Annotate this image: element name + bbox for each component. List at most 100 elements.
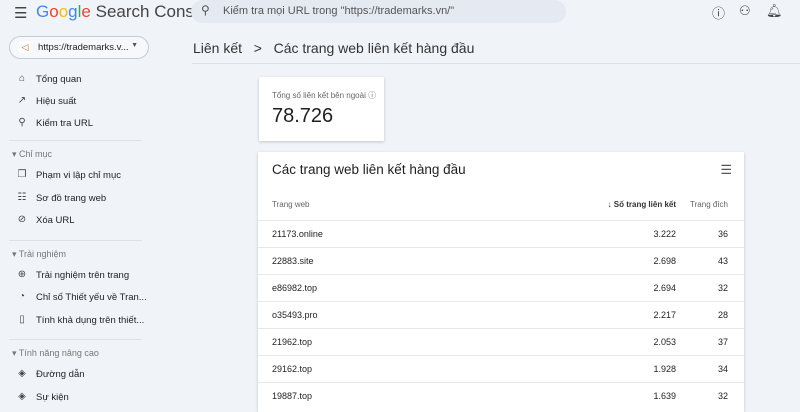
divider: [192, 63, 800, 64]
sidebar-item[interactable]: ⌂ Tổng quan: [0, 69, 180, 91]
sidebar-item[interactable]: ☷ Sơ đồ trang web: [0, 188, 180, 210]
section-title: Chỉ mục: [19, 149, 53, 159]
sidebar-item[interactable]: ◔ Chỉ số Thiết yếu về Tran...: [0, 287, 180, 309]
page-title: Các trang web liên kết hàng đầu: [273, 40, 475, 56]
table-title: Các trang web liên kết hàng đầu: [272, 162, 466, 177]
sidebar-item-label: Tính khả dụng trên thiết...: [36, 314, 145, 326]
linking-pages-cell: 2.694: [653, 283, 676, 293]
column-label: Số trang liên kết: [613, 200, 676, 209]
site-cell: 21962.top: [272, 337, 313, 347]
section-header[interactable]: ▾ Trải nghiệm: [12, 249, 66, 260]
kpi-label: Tổng số liên kết bên ngoài: [272, 91, 366, 100]
sidebar-item-label: Phạm vi lập chỉ mục: [36, 170, 122, 181]
menu-icon[interactable]: ☰: [14, 4, 27, 22]
divider: [9, 339, 142, 340]
property-selector[interactable]: ◁ https://trademarks.v... ▼: [9, 36, 149, 59]
site-cell: 22883.site: [272, 256, 314, 266]
sidebar-item-label: Trải nghiệm trên trang: [36, 269, 130, 281]
section-title: Trải nghiệm: [18, 248, 67, 259]
sidebar-item-label: Sự kiện: [36, 391, 69, 403]
table-row[interactable]: 21962.top 2.053 37: [258, 328, 744, 355]
phone-icon: ▯: [19, 313, 25, 325]
sidebar-item-label: Xóa URL: [36, 215, 75, 226]
home-icon: ⌂: [18, 73, 26, 84]
app-logo[interactable]: Google Search Console: [36, 2, 217, 22]
sidebar-item-label: Chỉ số Thiết yếu về Tran...: [36, 292, 147, 303]
sidebar-item-label: Sơ đồ trang web: [36, 192, 107, 204]
linking-pages-cell: 2.217: [653, 310, 676, 320]
top-bar: ☰ Google Search Console ⚲ Kiểm tra mọi UR…: [0, 0, 800, 24]
linking-pages-cell: 3.222: [653, 229, 676, 239]
help-icon[interactable]: ⓘ: [712, 3, 725, 22]
site-cell: o35493.pro: [272, 310, 318, 320]
column-header-target-pages[interactable]: Trang đích: [690, 200, 728, 209]
add-circle-icon: ⊕: [17, 268, 27, 280]
kpi-card: Tổng số liên kết bên ngoài ⓘ 78.726: [259, 77, 384, 141]
column-header-linking-pages[interactable]: ↓ Số trang liên kết: [608, 200, 676, 209]
layers-icon: ◈: [18, 368, 26, 379]
trending-icon: ↗: [17, 95, 27, 106]
sidebar-item[interactable]: ◈ Đường dẫn: [0, 364, 180, 386]
search-placeholder: Kiểm tra mọi URL trong "https://trademar…: [223, 5, 455, 17]
search-icon: ⚲: [18, 117, 26, 128]
target-pages-cell: 32: [717, 283, 728, 293]
breadcrumb: Liên kết > Các trang web liên kết hàng đ…: [193, 40, 474, 56]
sidebar-item-label: Đường dẫn: [36, 369, 85, 380]
site-favicon: ◁: [19, 41, 31, 53]
site-cell: 29162.top: [272, 364, 313, 374]
notifications-icon[interactable]: 🔔︎: [766, 3, 783, 19]
section-header[interactable]: ▾ Chỉ mục: [12, 149, 52, 160]
sidebar-item[interactable]: ◈ Sự kiện: [0, 387, 180, 409]
sidebar-item-label: Hiệu suất: [36, 96, 77, 107]
sidebar-item[interactable]: ⚲ Kiểm tra URL: [0, 113, 180, 135]
breadcrumb-parent[interactable]: Liên kết: [193, 40, 242, 56]
target-pages-cell: 37: [717, 337, 728, 347]
sidebar-item-label: Tổng quan: [36, 74, 82, 85]
table-row[interactable]: o35493.pro 2.217 28: [258, 301, 744, 328]
section-header[interactable]: ▾ Tính năng nâng cao: [12, 348, 99, 359]
url-inspect-search[interactable]: ⚲ Kiểm tra mọi URL trong "https://tradema…: [191, 0, 566, 23]
top-linking-sites-table: Các trang web liên kết hàng đầu ☰ Trang …: [258, 152, 744, 412]
kpi-value: 78.726: [272, 105, 334, 127]
filter-icon[interactable]: ☰: [720, 162, 732, 178]
manage-users-icon[interactable]: ⚇: [739, 3, 751, 19]
target-pages-cell: 36: [717, 229, 728, 239]
site-cell: 19887.top: [272, 391, 313, 401]
sidebar-item[interactable]: ⊘ Xóa URL: [0, 210, 180, 232]
speed-icon: ◔: [18, 291, 26, 302]
site-cell: e86982.top: [272, 283, 318, 293]
pages-icon: ❐: [17, 169, 27, 180]
table-row[interactable]: 22883.site 2.698 43: [258, 247, 744, 274]
table-row[interactable]: 29162.top 1.928 34: [258, 355, 744, 382]
sitemap-icon: ☷: [17, 191, 27, 203]
target-pages-cell: 34: [717, 364, 728, 374]
target-pages-cell: 43: [717, 256, 728, 266]
divider: [9, 140, 142, 141]
search-icon: ⚲: [201, 3, 210, 17]
linking-pages-cell: 2.053: [653, 337, 676, 347]
linking-pages-cell: 1.928: [653, 364, 676, 374]
sidebar-item[interactable]: ⊕ Trải nghiệm trên trang: [0, 265, 180, 287]
section-title: Tính năng nâng cao: [18, 348, 99, 358]
sidebar-item[interactable]: ▯ Tính khả dụng trên thiết...: [0, 310, 180, 332]
property-label: https://trademarks.v...: [38, 42, 129, 53]
layers-icon: ◈: [18, 390, 26, 402]
table-row[interactable]: 19887.top 1.639 32: [258, 382, 744, 409]
sort-desc-icon: ↓: [607, 200, 612, 209]
sidebar-item[interactable]: ↗ Hiệu suất: [0, 91, 180, 113]
target-pages-cell: 32: [717, 391, 728, 401]
breadcrumb-separator: >: [253, 40, 262, 56]
visibility-off-icon: ⊘: [17, 214, 27, 225]
help-icon[interactable]: ⓘ: [368, 91, 376, 100]
table-row[interactable]: e86982.top 2.694 32: [258, 274, 744, 301]
table-row[interactable]: 21173.online 3.222 36: [258, 220, 744, 247]
divider: [9, 239, 142, 241]
linking-pages-cell: 1.639: [653, 391, 676, 401]
column-header-site[interactable]: Trang web: [272, 200, 310, 209]
site-cell: 21173.online: [272, 229, 323, 239]
chevron-down-icon: ▼: [131, 42, 138, 49]
sidebar-item-label: Kiểm tra URL: [36, 118, 94, 129]
linking-pages-cell: 2.698: [653, 256, 676, 266]
sidebar-item[interactable]: ❐ Phạm vi lập chỉ mục: [0, 165, 180, 187]
target-pages-cell: 28: [717, 310, 728, 320]
